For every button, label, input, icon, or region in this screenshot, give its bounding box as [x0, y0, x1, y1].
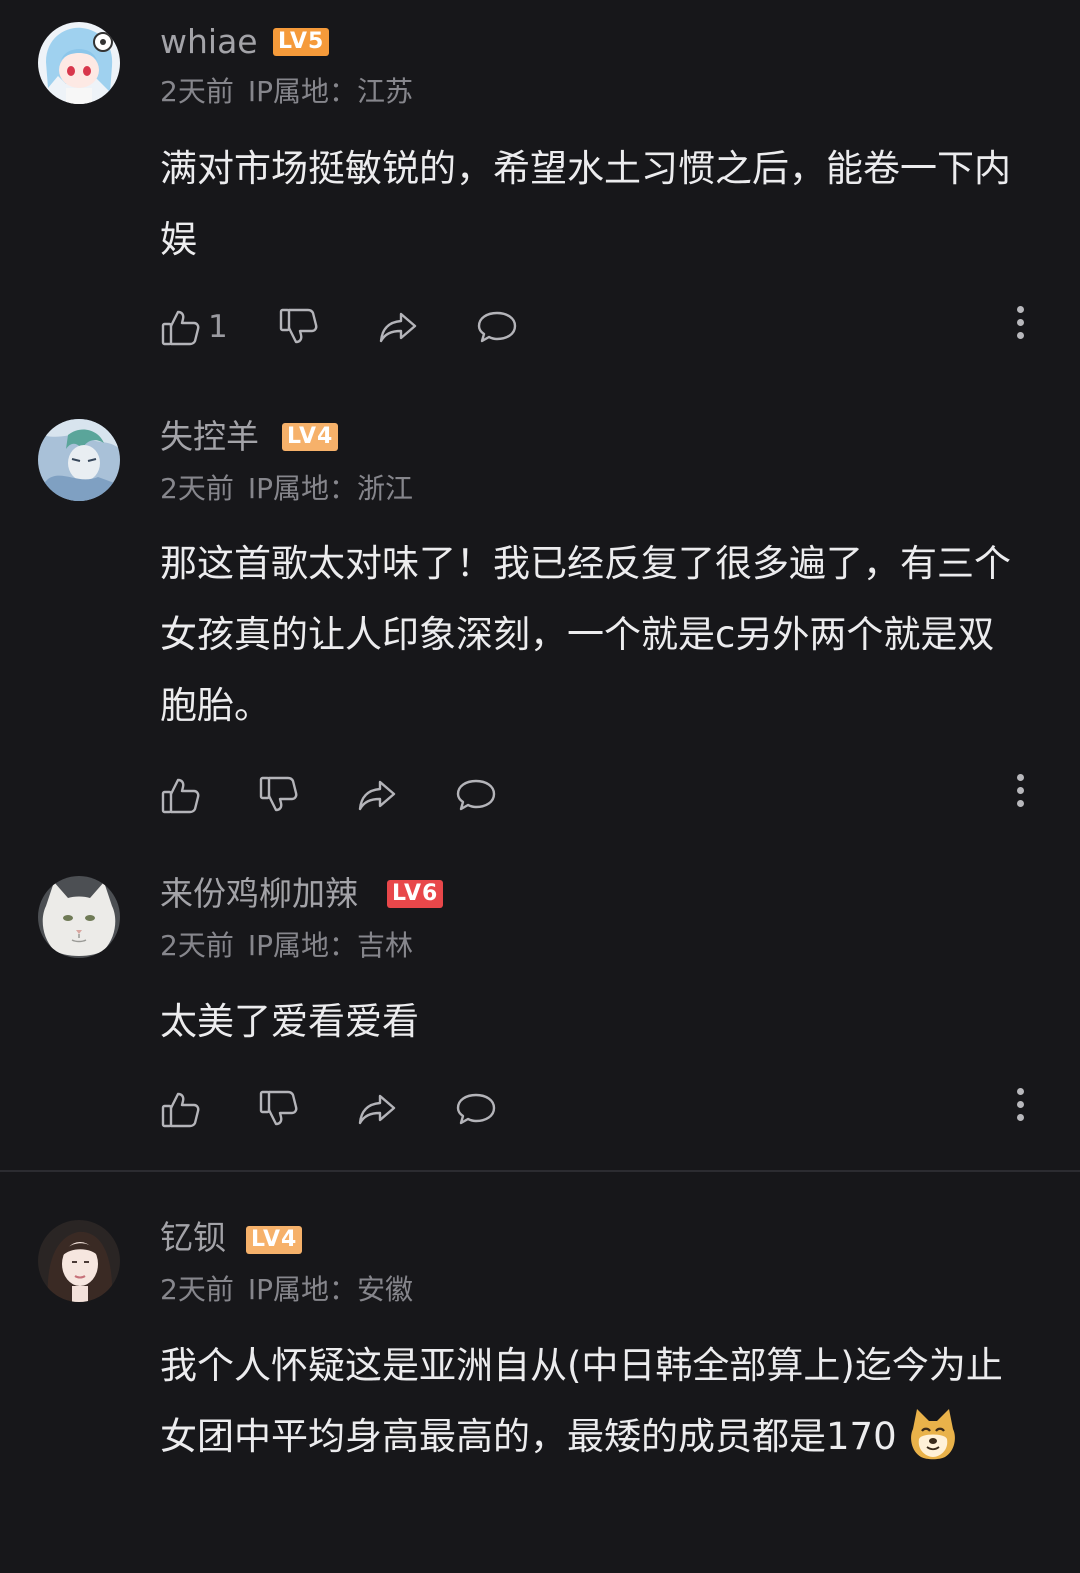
avatar[interactable] [38, 419, 120, 501]
username[interactable]: 钇钡 [160, 1218, 226, 1258]
comment-actions: 1 [160, 302, 1040, 352]
dislike-icon [259, 1090, 298, 1126]
comment-text: 太美了爱看爱看 [160, 1000, 419, 1043]
like-icon [161, 310, 200, 346]
dislike-button[interactable] [278, 302, 320, 352]
ip-location: IP属地：安徽 [247, 1273, 413, 1306]
more-icon [1016, 1088, 1024, 1095]
like-button[interactable] [160, 770, 208, 820]
ip-location: IP属地：吉林 [247, 929, 413, 962]
comment-item: 失控羊 LV4 2天前 IP属地：浙江 那这首歌太对味了！我已经反复了很多遍了，有… [0, 395, 1080, 845]
share-button[interactable] [377, 302, 419, 352]
level-badge: LV6 [387, 880, 444, 908]
username[interactable]: 失控羊 [160, 417, 259, 457]
dislike-button[interactable] [258, 1084, 300, 1134]
level-badge: LV4 [282, 423, 339, 451]
dislike-button[interactable] [258, 770, 300, 820]
comment-time: 2天前 [160, 929, 234, 962]
comment-item: whiae LV5 2天前 IP属地：江苏 满对市场挺敏锐的，希望水土习惯之后，能… [0, 0, 1080, 380]
reply-button[interactable] [455, 770, 497, 820]
comment-time: 2天前 [160, 75, 234, 108]
share-button[interactable] [356, 1084, 398, 1134]
level-badge: LV4 [246, 1226, 303, 1254]
comment-actions [160, 770, 1040, 820]
comment-meta: 2天前 IP属地：江苏 [160, 75, 413, 109]
reply-button[interactable] [455, 1084, 497, 1134]
ip-location: IP属地：浙江 [247, 472, 413, 505]
reply-icon [456, 1093, 496, 1125]
comment-meta: 2天前 IP属地：吉林 [160, 929, 413, 963]
level-badge: LV5 [273, 28, 330, 56]
share-icon [379, 312, 417, 343]
like-count: 1 [208, 309, 228, 345]
like-button[interactable]: 1 [160, 302, 228, 352]
comment-text: 那这首歌太对味了！我已经反复了很多遍了，有三个女孩真的让人印象深刻，一个就是c另… [160, 542, 1011, 727]
comment-item: 来份鸡柳加辣 LV6 2天前 IP属地：吉林 太美了爱看爱看 [0, 852, 1080, 1162]
comment-text: 满对市场挺敏锐的，希望水土习惯之后，能卷一下内娱 [160, 147, 1011, 261]
avatar[interactable] [38, 22, 120, 104]
avatar[interactable] [38, 1220, 120, 1302]
avatar[interactable] [38, 876, 120, 958]
reply-button[interactable] [476, 302, 518, 352]
comment-meta: 2天前 IP属地：安徽 [160, 1273, 413, 1307]
more-icon [1016, 774, 1024, 781]
username[interactable]: whiae [160, 22, 258, 62]
section-divider [0, 1170, 1080, 1172]
comment-item: 钇钡 LV4 2天前 IP属地：安徽 我个人怀疑这是亚洲自从(中日韩全部算上)迄今… [0, 1196, 1080, 1573]
share-button[interactable] [356, 770, 398, 820]
more-options-button[interactable] [1014, 306, 1026, 348]
more-options-button[interactable] [1014, 1088, 1026, 1130]
comment-text: 我个人怀疑这是亚洲自从(中日韩全部算上)迄今为止女团中平均身高最高的，最矮的成员… [160, 1330, 1030, 1472]
comment-time: 2天前 [160, 472, 234, 505]
share-icon [358, 780, 396, 811]
doge-emoji [910, 1409, 955, 1460]
like-button[interactable] [160, 1084, 208, 1134]
dislike-icon [279, 308, 318, 344]
more-icon [1016, 306, 1024, 313]
like-icon [161, 1092, 200, 1128]
more-options-button[interactable] [1014, 774, 1026, 816]
reply-icon [477, 311, 517, 343]
share-icon [358, 1094, 396, 1125]
ip-location: IP属地：江苏 [247, 75, 413, 108]
username[interactable]: 来份鸡柳加辣 [160, 874, 358, 914]
comment-meta: 2天前 IP属地：浙江 [160, 472, 413, 506]
reply-icon [456, 779, 496, 811]
like-icon [161, 778, 200, 814]
comment-text-body: 我个人怀疑这是亚洲自从(中日韩全部算上)迄今为止女团中平均身高最高的，最矮的成员… [160, 1344, 1003, 1458]
comment-actions [160, 1084, 1040, 1134]
dislike-icon [259, 776, 298, 812]
comment-time: 2天前 [160, 1273, 234, 1306]
